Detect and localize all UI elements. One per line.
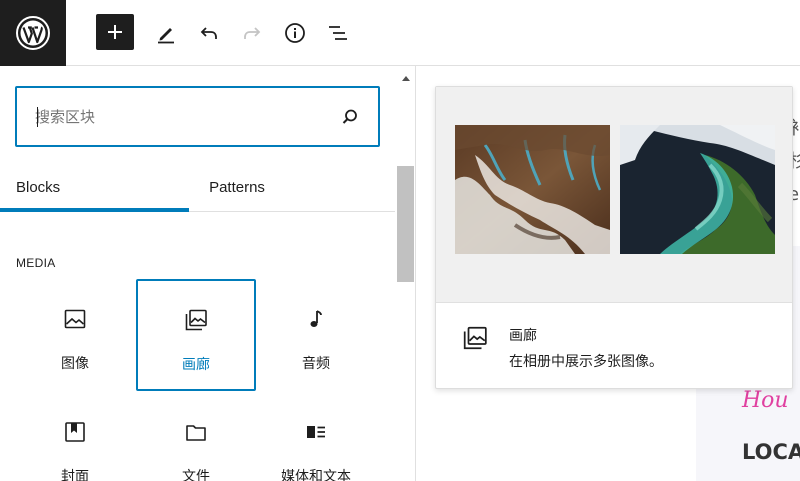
preview-canvas [436, 87, 792, 302]
scroll-up-arrow[interactable] [396, 66, 416, 90]
list-view-icon [329, 26, 347, 40]
cover-icon [62, 419, 88, 445]
undo-button[interactable] [189, 13, 229, 53]
add-block-button[interactable] [96, 14, 134, 50]
background-bold-text: LOCA [742, 440, 800, 464]
block-label: 音频 [302, 356, 330, 372]
active-tab-indicator [0, 208, 189, 212]
wordpress-logo-icon[interactable] [0, 0, 66, 66]
editor-toolbar [0, 0, 800, 66]
preview-title: 画廊 [509, 328, 537, 344]
tab-blocks[interactable]: Blocks [16, 162, 60, 212]
gallery-preview-image-mountains [455, 125, 610, 254]
gallery-icon [462, 325, 488, 351]
search-icon[interactable] [340, 107, 360, 127]
block-item-gallery[interactable]: 画廊 [136, 279, 256, 391]
block-label: 文件 [182, 469, 210, 481]
block-label: 画廊 [182, 357, 210, 373]
block-item-audio[interactable]: 音频 [256, 279, 376, 391]
file-icon [183, 419, 209, 445]
audio-icon [303, 306, 329, 332]
block-item-media-text[interactable]: 媒体和文本 [256, 392, 376, 481]
block-label: 封面 [61, 469, 89, 481]
redo-button[interactable] [232, 13, 272, 53]
block-item-cover[interactable]: 封面 [15, 392, 135, 481]
block-label: 图像 [61, 356, 89, 372]
chevron-up-icon [402, 76, 410, 81]
undo-icon [200, 27, 217, 39]
block-item-image[interactable]: 图像 [15, 279, 135, 391]
block-item-file[interactable]: 文件 [136, 392, 256, 481]
redo-icon [244, 27, 261, 39]
category-heading: MEDIA [16, 256, 56, 270]
list-view-button[interactable] [318, 13, 358, 53]
gallery-preview-image-coast [620, 125, 775, 254]
preview-description: 在相册中展示多张图像。 [509, 354, 663, 370]
pencil-icon [158, 28, 174, 44]
search-box [15, 86, 380, 147]
tools-button[interactable] [146, 13, 186, 53]
tab-patterns[interactable]: Patterns [189, 162, 285, 212]
gallery-icon [183, 307, 209, 333]
block-inserter-panel: Blocks Patterns MEDIA 图像 画廊 [0, 66, 416, 481]
details-button[interactable] [275, 13, 315, 53]
search-input[interactable] [35, 88, 335, 145]
background-script-text: Hou [742, 388, 789, 413]
block-preview-card: 画廊 在相册中展示多张图像。 [435, 86, 793, 389]
image-icon [62, 306, 88, 332]
inserter-tabs: Blocks Patterns [0, 162, 395, 212]
plus-icon [108, 25, 122, 39]
text-caret [37, 107, 38, 127]
preview-info: 画廊 在相册中展示多张图像。 [436, 302, 792, 388]
info-icon [285, 23, 305, 43]
scrollbar-thumb[interactable] [397, 166, 414, 282]
media-text-icon [303, 419, 329, 445]
block-label: 媒体和文本 [281, 469, 351, 481]
